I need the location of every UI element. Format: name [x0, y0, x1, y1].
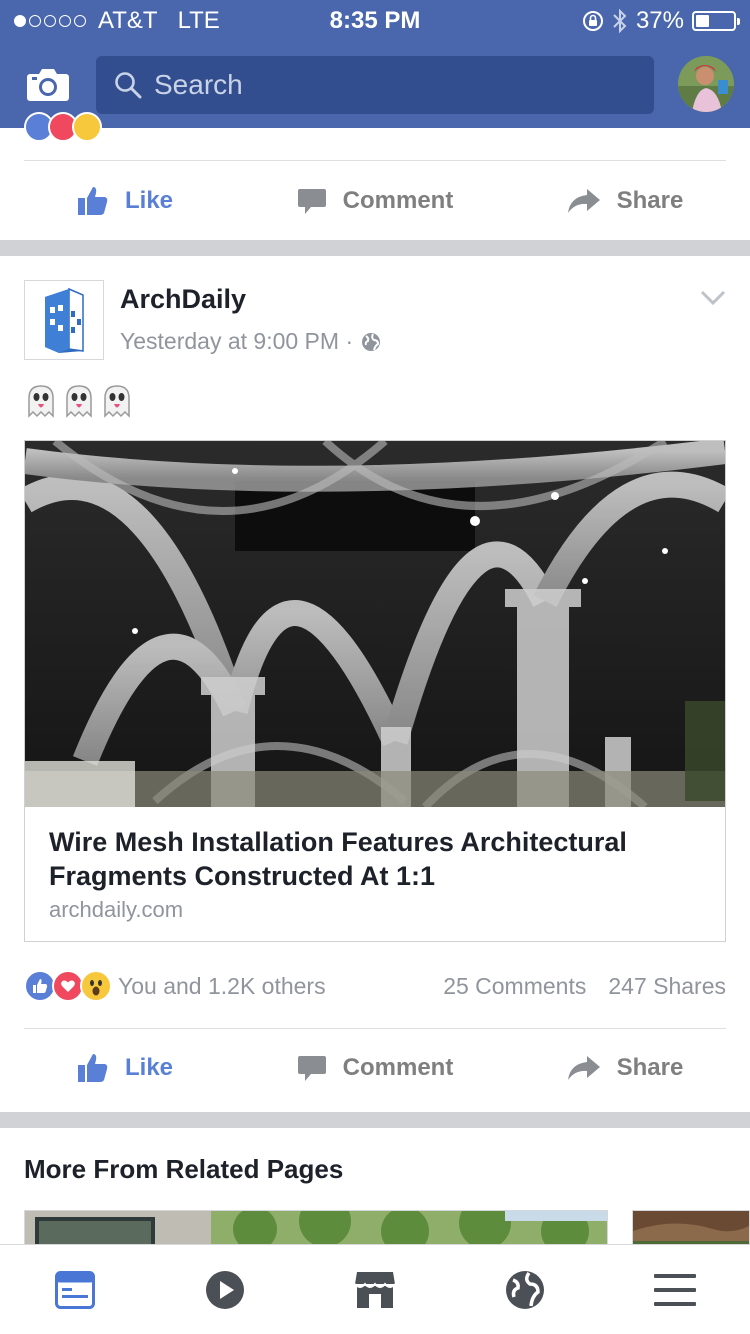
shares-count[interactable]: 247 Shares [608, 973, 726, 1000]
link-preview-card[interactable]: Wire Mesh Installation Features Architec… [24, 440, 726, 942]
wow-reaction-icon [72, 112, 102, 142]
share-label: Share [616, 1054, 684, 1081]
comments-count[interactable]: 25 Comments [443, 973, 586, 1000]
search-input[interactable]: Search [96, 56, 654, 114]
share-arrow-icon [567, 1056, 600, 1080]
marketplace-icon [354, 1271, 396, 1308]
page-logo[interactable] [24, 280, 104, 360]
search-icon [115, 72, 142, 99]
ghost-emoji-icon [28, 385, 54, 418]
bottom-tab-bar [0, 1244, 750, 1334]
tab-videos[interactable] [195, 1260, 255, 1320]
engagement-counts: 25 Comments 247 Shares [443, 973, 726, 1000]
previous-post-actions: Like Comment Share [0, 161, 750, 241]
share-button[interactable]: Share [500, 161, 750, 241]
globe-icon [362, 332, 381, 351]
thumbs-up-icon [77, 187, 108, 215]
link-title: Wire Mesh Installation Features Architec… [49, 827, 627, 891]
ghost-emoji-icon [104, 385, 130, 418]
tab-marketplace[interactable] [345, 1260, 405, 1320]
wow-reaction-icon [80, 970, 112, 1002]
related-pages-title: More From Related Pages [24, 1154, 344, 1184]
tab-menu[interactable] [645, 1260, 705, 1320]
battery-icon [692, 11, 740, 31]
ghost-emoji-icon [66, 385, 92, 418]
hamburger-menu-icon [654, 1273, 696, 1306]
reaction-summary[interactable] [24, 970, 112, 1002]
page-name[interactable]: ArchDaily [120, 284, 246, 315]
like-button[interactable]: Like [0, 161, 250, 241]
search-placeholder: Search [154, 69, 243, 100]
feed-separator [0, 240, 750, 256]
comment-label: Comment [342, 187, 454, 214]
bluetooth-icon [613, 8, 627, 34]
rotation-lock-icon [582, 11, 603, 31]
camera-icon[interactable] [26, 66, 70, 102]
comment-button[interactable]: Comment [250, 161, 500, 241]
status-right: 37% [582, 7, 740, 35]
profile-avatar[interactable] [678, 56, 734, 112]
news-feed: Like Comment Share ArchDaily Yesterday a… [0, 112, 750, 1258]
reaction-icons [24, 112, 102, 142]
battery-percent: 37% [635, 7, 684, 34]
video-play-icon [206, 1270, 244, 1309]
thumbs-up-icon [77, 1054, 108, 1082]
link-preview-image [25, 441, 725, 807]
share-arrow-icon [567, 189, 600, 213]
like-label: Like [124, 187, 174, 214]
comment-icon [297, 1056, 326, 1081]
top-bar: AT&T LTE 8:35 PM 37% Search [0, 0, 750, 128]
post-text [24, 384, 134, 418]
status-bar: AT&T LTE 8:35 PM 37% [0, 0, 750, 40]
tab-notifications[interactable] [495, 1260, 555, 1320]
share-button[interactable]: Share [500, 1028, 750, 1108]
comment-icon [297, 189, 326, 214]
previous-post-footer: Like Comment Share [0, 112, 750, 241]
feed-separator [0, 1112, 750, 1128]
related-pages-section: More From Related Pages [0, 1128, 750, 1258]
feed-post: ArchDaily Yesterday at 9:00 PM · Wire Me… [0, 256, 750, 1112]
tab-news-feed[interactable] [45, 1260, 105, 1320]
reactions-text[interactable]: You and 1.2K others [118, 973, 326, 1000]
timestamp-text: Yesterday at 9:00 PM · [120, 328, 354, 354]
post-stats: You and 1.2K others 25 Comments 247 Shar… [24, 968, 726, 1004]
post-timestamp[interactable]: Yesterday at 9:00 PM · [120, 328, 381, 355]
post-actions: Like Comment Share [0, 1028, 750, 1108]
share-label: Share [616, 187, 684, 214]
comment-button[interactable]: Comment [250, 1028, 500, 1108]
globe-icon [506, 1270, 544, 1309]
comment-label: Comment [342, 1054, 454, 1081]
like-button[interactable]: Like [0, 1028, 250, 1108]
chevron-down-icon[interactable] [700, 290, 726, 306]
news-feed-icon [55, 1270, 95, 1309]
link-domain: archdaily.com [49, 897, 184, 922]
like-label: Like [124, 1054, 174, 1081]
